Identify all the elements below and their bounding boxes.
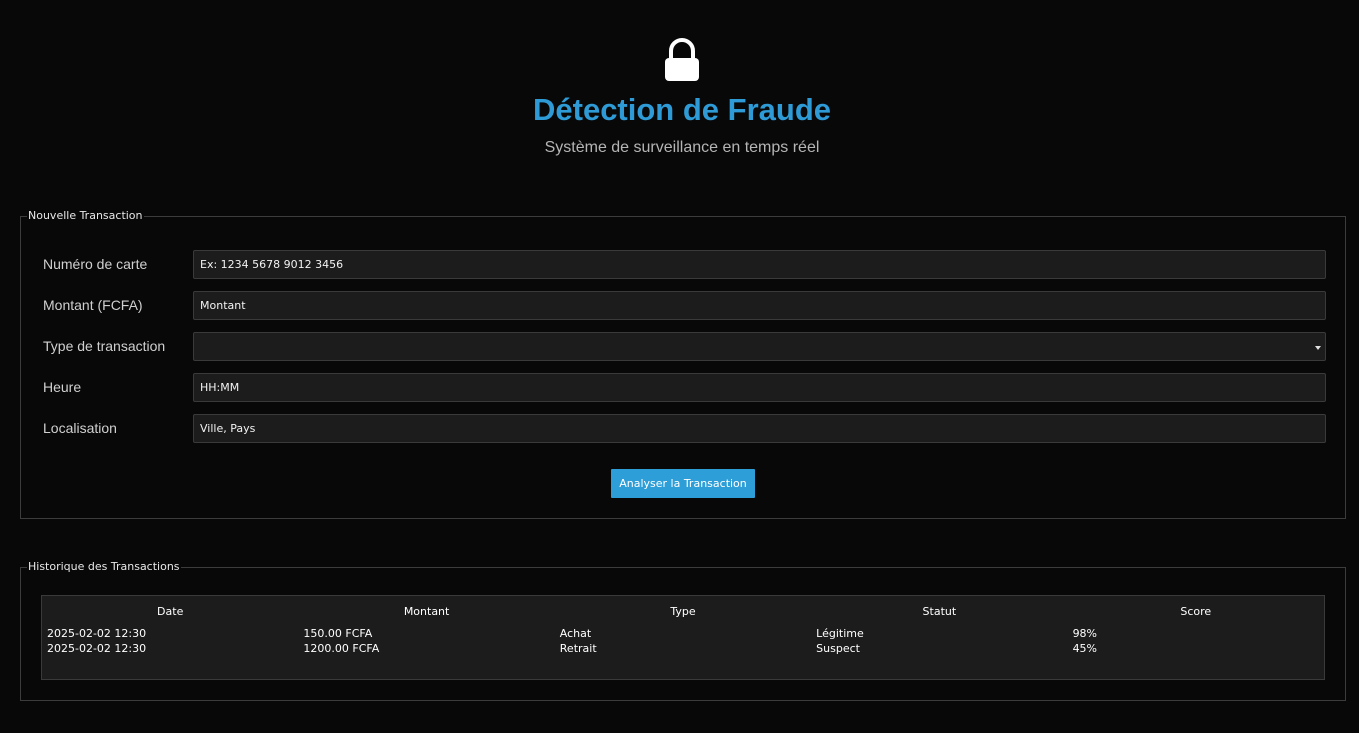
cell-amount: 1200.00 FCFA xyxy=(303,642,380,655)
column-header-score[interactable]: Score xyxy=(1068,596,1324,626)
cell-score: 45% xyxy=(1072,642,1098,655)
lock-icon xyxy=(665,38,699,81)
analyze-transaction-button[interactable]: Analyser la Transaction xyxy=(611,469,755,498)
transaction-history-group-title: Historique des Transactions xyxy=(27,559,181,575)
cell-status: Légitime xyxy=(816,627,864,640)
transaction-history-group: Historique des Transactions Date Montant… xyxy=(20,559,1346,701)
cell-score: 98% xyxy=(1072,627,1098,640)
amount-label: Montant (FCFA) xyxy=(43,297,143,313)
column-header-date[interactable]: Date xyxy=(42,596,298,626)
history-table: Date Montant Type Statut Score 2025-02-0… xyxy=(42,596,1324,656)
column-header-amount[interactable]: Montant xyxy=(298,596,554,626)
time-input[interactable] xyxy=(193,373,1326,402)
cell-date: 2025-02-02 12:30 xyxy=(47,627,147,640)
cell-type: Achat xyxy=(559,627,592,640)
new-transaction-group: Nouvelle Transaction Numéro de carte Mon… xyxy=(20,208,1346,519)
transaction-type-row: Type de transaction xyxy=(43,332,1326,361)
card-number-input[interactable] xyxy=(193,250,1326,279)
new-transaction-group-title: Nouvelle Transaction xyxy=(27,208,144,224)
card-number-label: Numéro de carte xyxy=(43,256,148,272)
page-title: Détection de Fraude xyxy=(533,92,831,127)
column-header-type[interactable]: Type xyxy=(555,596,811,626)
location-label: Localisation xyxy=(43,420,117,436)
table-row[interactable]: 2025-02-02 12:30 1200.00 FCFA Retrait Su… xyxy=(42,641,1324,656)
cell-type: Retrait xyxy=(559,642,597,655)
cell-status: Suspect xyxy=(816,642,860,655)
chevron-down-icon[interactable] xyxy=(1315,346,1321,350)
card-number-row: Numéro de carte xyxy=(43,250,1326,279)
location-input[interactable] xyxy=(193,414,1326,443)
cell-amount: 150.00 FCFA xyxy=(303,627,373,640)
page-subtitle: Système de surveillance en temps réel xyxy=(544,139,820,156)
amount-input[interactable] xyxy=(193,291,1326,320)
column-header-status[interactable]: Statut xyxy=(811,596,1067,626)
location-row: Localisation xyxy=(43,414,1326,443)
time-label: Heure xyxy=(43,379,82,395)
history-table-container[interactable]: Date Montant Type Statut Score 2025-02-0… xyxy=(41,595,1325,680)
amount-row: Montant (FCFA) xyxy=(43,291,1326,320)
table-row[interactable]: 2025-02-02 12:30 150.00 FCFA Achat Légit… xyxy=(42,626,1324,641)
cell-date: 2025-02-02 12:30 xyxy=(47,642,147,655)
table-header-row: Date Montant Type Statut Score xyxy=(42,596,1324,626)
transaction-type-select[interactable] xyxy=(193,332,1326,361)
transaction-type-label: Type de transaction xyxy=(43,338,166,354)
time-row: Heure xyxy=(43,373,1326,402)
